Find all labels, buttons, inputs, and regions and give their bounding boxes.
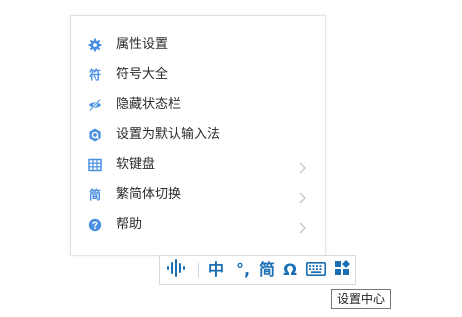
symbol-button[interactable]: Ω xyxy=(281,256,299,284)
chevron-right-icon xyxy=(298,189,308,204)
punctuation-button[interactable]: °, xyxy=(231,256,255,284)
menu-item-help[interactable]: 帮助 xyxy=(71,210,325,240)
settings-center-icon xyxy=(334,260,350,280)
menu-item-label: 符号大全 xyxy=(116,67,169,82)
menu-item-set-default-ime[interactable]: 设置为默认输入法 xyxy=(71,120,325,150)
eye-hidden-icon xyxy=(88,98,102,112)
menu-item-label: 隐藏状态栏 xyxy=(116,97,182,112)
menu-item-label: 繁简体切换 xyxy=(116,187,182,202)
chevron-right-icon xyxy=(298,219,308,234)
simplified-glyph-text: 简 xyxy=(88,188,101,202)
soft-keyboard-button[interactable] xyxy=(305,256,327,284)
simplified-button[interactable]: 简 xyxy=(257,256,277,284)
menu-item-label: 软键盘 xyxy=(116,157,156,172)
menu-item-label: 帮助 xyxy=(116,217,143,232)
simplified-label: 简 xyxy=(258,260,275,279)
simplified-glyph-icon: 简 xyxy=(88,188,102,202)
menu-item-properties[interactable]: 属性设置 xyxy=(71,30,325,60)
menu-item-label: 设置为默认输入法 xyxy=(116,127,221,142)
menu-item-hide-status-bar[interactable]: 隐藏状态栏 xyxy=(71,90,325,120)
menu-item-soft-keyboard[interactable]: 软键盘 xyxy=(71,150,325,180)
ime-status-bar: 中 °, 简 Ω xyxy=(159,255,356,285)
punctuation-label: °, xyxy=(235,260,251,279)
menu-item-symbols[interactable]: 符 符号大全 xyxy=(71,60,325,90)
chevron-right-icon xyxy=(298,159,308,174)
menu-item-label: 属性设置 xyxy=(116,37,169,52)
omega-label: Ω xyxy=(283,260,297,279)
grid-icon xyxy=(88,158,102,172)
chinese-mode-label: 中 xyxy=(207,260,224,279)
symbol-glyph-icon: 符 xyxy=(88,68,102,82)
help-icon xyxy=(88,218,102,232)
keyboard-icon xyxy=(306,261,326,280)
toolbar-divider xyxy=(198,263,199,278)
gear-icon xyxy=(88,38,102,52)
default-ime-icon xyxy=(88,128,102,142)
context-menu: 属性设置 符 符号大全 隐藏状态栏 设置为默认输入法 软键盘 简 繁简体切换 帮… xyxy=(70,15,326,256)
tooltip: 设置中心 xyxy=(331,289,391,309)
symbol-glyph-text: 符 xyxy=(88,68,101,82)
voice-waveform-icon xyxy=(166,258,188,282)
menu-item-traditional-simplified[interactable]: 简 繁简体切换 xyxy=(71,180,325,210)
chinese-mode-button[interactable]: 中 xyxy=(206,256,226,284)
voice-button[interactable] xyxy=(165,256,189,284)
settings-center-button[interactable] xyxy=(332,256,352,284)
